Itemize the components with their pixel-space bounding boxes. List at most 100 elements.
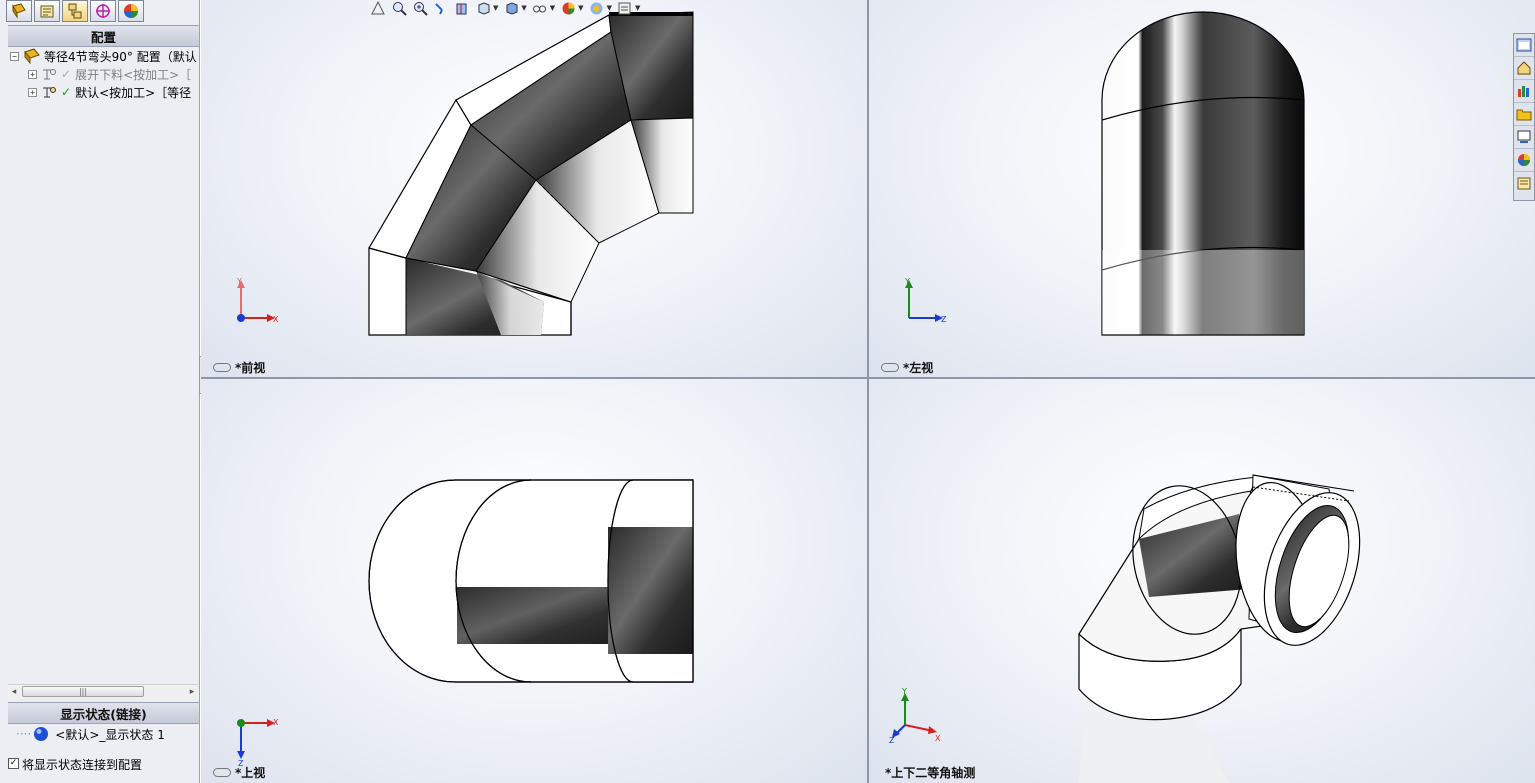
tree-item-label: 展开下料<按加工>［ — [75, 67, 192, 82]
custom-properties-icon[interactable] — [1514, 172, 1534, 194]
viewport-front-label: *前视 — [213, 359, 265, 376]
dropdown-arrow-icon[interactable]: ▼ — [521, 4, 526, 12]
dropdown-arrow-icon[interactable]: ▼ — [635, 4, 640, 12]
file-explorer-icon[interactable] — [1514, 103, 1534, 126]
triad-iso: Y X Z — [889, 687, 941, 743]
view-name: *左视 — [903, 361, 934, 375]
tree-root-item[interactable]: − 等径4节弯头90° 配置（默认 — [10, 47, 197, 65]
link-views-icon[interactable] — [213, 768, 231, 777]
dropdown-arrow-icon[interactable]: ▼ — [607, 4, 612, 12]
part-icon — [24, 48, 40, 64]
active-check-icon: ✓ — [61, 85, 72, 99]
property-manager-tab[interactable] — [34, 0, 60, 22]
tree-item-config-flat[interactable]: + ✓ 展开下料<按加工>［ — [28, 65, 191, 83]
viewport-left[interactable]: Y Z *左视 — [869, 0, 1535, 377]
zoom-to-fit-icon[interactable] — [391, 0, 407, 16]
display-manager-tab[interactable] — [118, 0, 144, 22]
heads-up-view-toolbar: ▼ ▼ ▼ ▼ ▼ ▼ — [370, 0, 645, 16]
solidworks-resources-icon[interactable] — [1514, 34, 1534, 57]
z-axis-arrowhead — [237, 751, 245, 759]
view-name: *前视 — [235, 361, 266, 375]
elbow-isometric-view — [1078, 474, 1361, 783]
feature-manager-tab[interactable] — [6, 0, 32, 22]
view-palette-icon[interactable] — [1514, 126, 1534, 149]
dimxpert-tab[interactable] — [90, 0, 116, 22]
scroll-right-icon[interactable]: ▸ — [186, 685, 198, 699]
horizontal-scrollbar[interactable]: ◂ ||| ▸ — [8, 684, 198, 699]
x-axis-label: X — [273, 718, 279, 727]
x-axis-arrowhead — [928, 726, 937, 734]
feature-manager-panel: 配置 − 等径4节弯头90° 配置（默认 + ✓ 展开下料<按加工>［ + ✓ … — [0, 0, 200, 783]
display-manager-icon — [124, 4, 138, 18]
view-orientation-dropdown-icon[interactable] — [475, 0, 491, 16]
design-library-icon[interactable] — [1514, 80, 1534, 103]
z-axis-label: Z — [889, 736, 895, 743]
viewport-top-label: *上视 — [213, 764, 265, 781]
y-axis-label: Y — [901, 687, 907, 696]
task-pane — [1513, 33, 1535, 201]
triad-front: Y X — [236, 278, 279, 324]
viewport-isometric-label: *上下二等角轴测 — [885, 764, 975, 781]
appearances-icon[interactable] — [1514, 149, 1534, 172]
zoom-to-area-icon[interactable] — [412, 0, 428, 16]
dropdown-arrow-icon[interactable]: ▼ — [493, 4, 498, 12]
section-view-icon[interactable] — [454, 0, 470, 16]
display-state-item[interactable]: ···· <默认>_显示状态 1 — [16, 725, 165, 743]
link-views-icon[interactable] — [213, 363, 231, 372]
elbow-left-view — [1101, 11, 1305, 336]
edit-appearance-icon[interactable] — [560, 0, 576, 16]
link-display-state-checkbox[interactable]: ✓ — [8, 758, 19, 769]
feature-tree-icon — [12, 3, 26, 19]
elbow-front-view — [368, 11, 694, 336]
configuration-manager-icon — [68, 3, 82, 19]
viewport-top[interactable]: X Z *上视 — [201, 379, 867, 783]
scroll-thumb[interactable]: ||| — [22, 686, 144, 697]
y-axis-dot — [237, 719, 245, 727]
display-state-icon — [34, 727, 49, 741]
triad-top: X Z — [237, 718, 279, 767]
y-axis-label: Y — [236, 278, 242, 286]
hide-show-items-icon[interactable] — [532, 0, 548, 16]
configuration-manager-tab[interactable] — [62, 0, 88, 22]
dropdown-arrow-icon[interactable]: ▼ — [578, 4, 583, 12]
elbow-top-view — [368, 479, 694, 683]
z-axis-label: Z — [941, 315, 947, 324]
x-axis-label: X — [935, 734, 941, 743]
check-icon: ✓ — [61, 67, 72, 81]
view-name: *上下二等角轴测 — [885, 766, 976, 780]
configurations-header: 配置 — [8, 25, 199, 47]
link-views-icon[interactable] — [881, 363, 899, 372]
tree-connector: ···· — [16, 727, 32, 741]
dimxpert-icon — [96, 4, 110, 18]
link-display-state-label: 将显示状态连接到配置 — [22, 757, 143, 772]
display-state-label: <默认>_显示状态 1 — [55, 727, 165, 742]
display-style-icon[interactable] — [503, 0, 519, 16]
previous-view-icon[interactable] — [433, 0, 449, 16]
view-orientation-icon[interactable] — [370, 0, 386, 16]
view-settings-icon[interactable] — [617, 0, 633, 16]
z-axis-dot — [237, 314, 245, 322]
collapse-toggle[interactable]: − — [10, 51, 19, 61]
configuration-icon — [43, 69, 56, 80]
dropdown-arrow-icon[interactable]: ▼ — [550, 4, 555, 12]
tree-item-label: 默认<按加工>［等径 — [75, 85, 192, 100]
tree-item-config-default[interactable]: + ✓ 默认<按加工>［等径 — [28, 83, 191, 101]
apply-scene-icon[interactable] — [589, 0, 605, 16]
display-state-header: 显示状态(链接) — [8, 702, 199, 724]
expand-toggle[interactable]: + — [28, 69, 37, 79]
expand-toggle[interactable]: + — [28, 87, 37, 97]
configuration-icon — [43, 87, 56, 98]
property-manager-icon — [40, 5, 54, 18]
view-name: *上视 — [235, 766, 266, 780]
viewport-front[interactable]: Y X *前视 — [201, 0, 867, 377]
scroll-left-icon[interactable]: ◂ — [8, 685, 20, 699]
triad-left: Y Z — [904, 278, 947, 324]
tree-root-label: 等径4节弯头90° 配置（默认 — [44, 49, 197, 64]
panel-tabs — [6, 0, 146, 24]
home-icon[interactable] — [1514, 57, 1534, 80]
vertical-viewport-splitter[interactable] — [867, 0, 869, 783]
viewport-isometric[interactable]: Y X Z *上下二等角轴测 — [869, 379, 1535, 783]
viewport-left-label: *左视 — [881, 359, 933, 376]
x-axis-label: X — [273, 315, 279, 324]
y-axis-label: Y — [904, 278, 910, 286]
